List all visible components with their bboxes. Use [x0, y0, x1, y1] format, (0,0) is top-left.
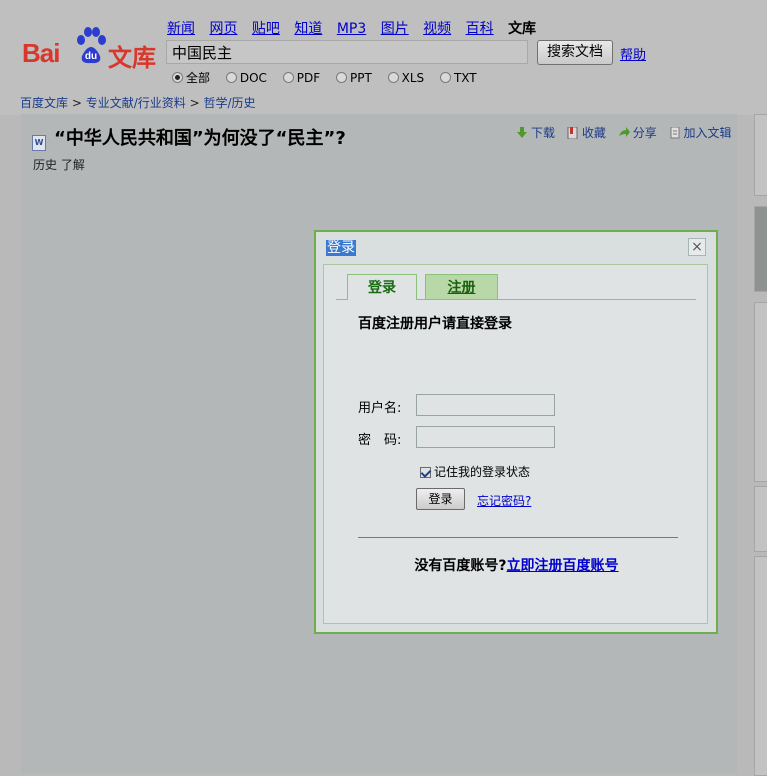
add-to-collection-button[interactable]: 加入文辑 [669, 124, 732, 141]
nav-wenku-current: 文库 [508, 21, 537, 37]
filter-xls[interactable]: XLS [387, 71, 424, 85]
file-type-filters: 全部 DOC PDF PPT XLS TXT [172, 69, 489, 86]
breadcrumb: 百度文库 > 专业文献/行业资料 > 哲学/历史 [20, 96, 256, 110]
radio-icon [172, 72, 183, 83]
breadcrumb-subcategory[interactable]: 哲学/历史 [203, 96, 255, 110]
top-nav: 新闻 网页 贴吧 知道 MP3 图片 视频 百科 文库 [167, 18, 546, 38]
username-field[interactable] [416, 394, 555, 416]
tab-login[interactable]: 登录 [347, 274, 417, 300]
logo-text-du: du [85, 51, 97, 62]
favorite-button[interactable]: 收藏 [567, 124, 606, 141]
radio-icon [225, 72, 237, 83]
nav-zhidao[interactable]: 知道 [294, 18, 322, 38]
filter-pdf[interactable]: PDF [282, 71, 320, 85]
nav-tieba[interactable]: 贴吧 [252, 18, 280, 38]
tab-register[interactable]: 注册 [425, 274, 498, 300]
baidu-paw-icon: du [77, 27, 106, 64]
nav-news[interactable]: 新闻 [167, 18, 195, 38]
filter-all[interactable]: 全部 [172, 69, 210, 86]
login-dialog: 登录 × 登录 注册 百度注册用户请直接登录 用户名: 密 码: 记住我的登录状… [314, 230, 718, 634]
radio-icon [439, 72, 451, 83]
logo-text-bai: Bai [22, 38, 60, 68]
nav-video[interactable]: 视频 [423, 18, 451, 38]
search-documents-button[interactable]: 搜索文档 [537, 40, 613, 65]
share-icon [618, 127, 630, 137]
bookmark-icon [567, 127, 578, 139]
register-account-link[interactable]: 立即注册百度账号 [507, 558, 619, 574]
filter-ppt[interactable]: PPT [335, 71, 372, 85]
document-tags: 历史 了解 [33, 158, 85, 172]
radio-icon [387, 72, 399, 83]
sidebar-panel [754, 486, 767, 552]
login-heading: 百度注册用户请直接登录 [358, 316, 512, 332]
login-button[interactable]: 登录 [416, 488, 465, 510]
filter-doc[interactable]: DOC [225, 71, 267, 85]
sidebar-thumbnail [754, 206, 767, 292]
baidu-wenku-logo[interactable]: Bai du 文库 [22, 26, 162, 72]
word-doc-icon: W [32, 135, 46, 151]
sidebar-panel [754, 114, 767, 196]
checkbox-checked-icon[interactable] [420, 467, 431, 478]
nav-web[interactable]: 网页 [209, 18, 237, 38]
dialog-body: 登录 注册 百度注册用户请直接登录 用户名: 密 码: 记住我的登录状态 登录 … [323, 264, 708, 624]
remember-me[interactable]: 记住我的登录状态 [420, 463, 530, 480]
password-field[interactable] [416, 426, 555, 448]
document-actions: 下载 收藏 分享 加入文辑 [516, 124, 740, 141]
breadcrumb-home[interactable]: 百度文库 [20, 96, 68, 110]
share-button[interactable]: 分享 [618, 124, 657, 141]
forgot-password-link[interactable]: 忘记密码? [477, 492, 531, 509]
no-account-prompt: 没有百度账号?立即注册百度账号 [414, 558, 619, 574]
nav-images[interactable]: 图片 [381, 18, 409, 38]
divider [358, 537, 678, 538]
password-label: 密 码: [358, 433, 402, 448]
dialog-title: 登录 [326, 240, 356, 256]
close-icon[interactable]: × [688, 238, 706, 256]
help-link[interactable]: 帮助 [620, 44, 646, 63]
logo-text-wenku: 文库 [108, 44, 156, 72]
radio-icon [335, 72, 347, 83]
right-sidebar [754, 114, 767, 776]
document-icon [670, 127, 680, 139]
nav-baike[interactable]: 百科 [466, 18, 494, 38]
sidebar-panel [754, 556, 767, 776]
username-label: 用户名: [358, 401, 402, 416]
sidebar-panel [754, 302, 767, 482]
document-title: W “中华人民共和国”为何没了“民主”? [32, 124, 346, 151]
filter-txt[interactable]: TXT [439, 71, 477, 85]
radio-icon [282, 72, 294, 83]
download-button[interactable]: 下载 [516, 124, 555, 141]
nav-mp3[interactable]: MP3 [337, 21, 366, 37]
breadcrumb-category[interactable]: 专业文献/行业资料 [86, 96, 186, 110]
download-arrow-icon [517, 127, 527, 138]
search-input[interactable]: 中国民主 [166, 40, 528, 64]
